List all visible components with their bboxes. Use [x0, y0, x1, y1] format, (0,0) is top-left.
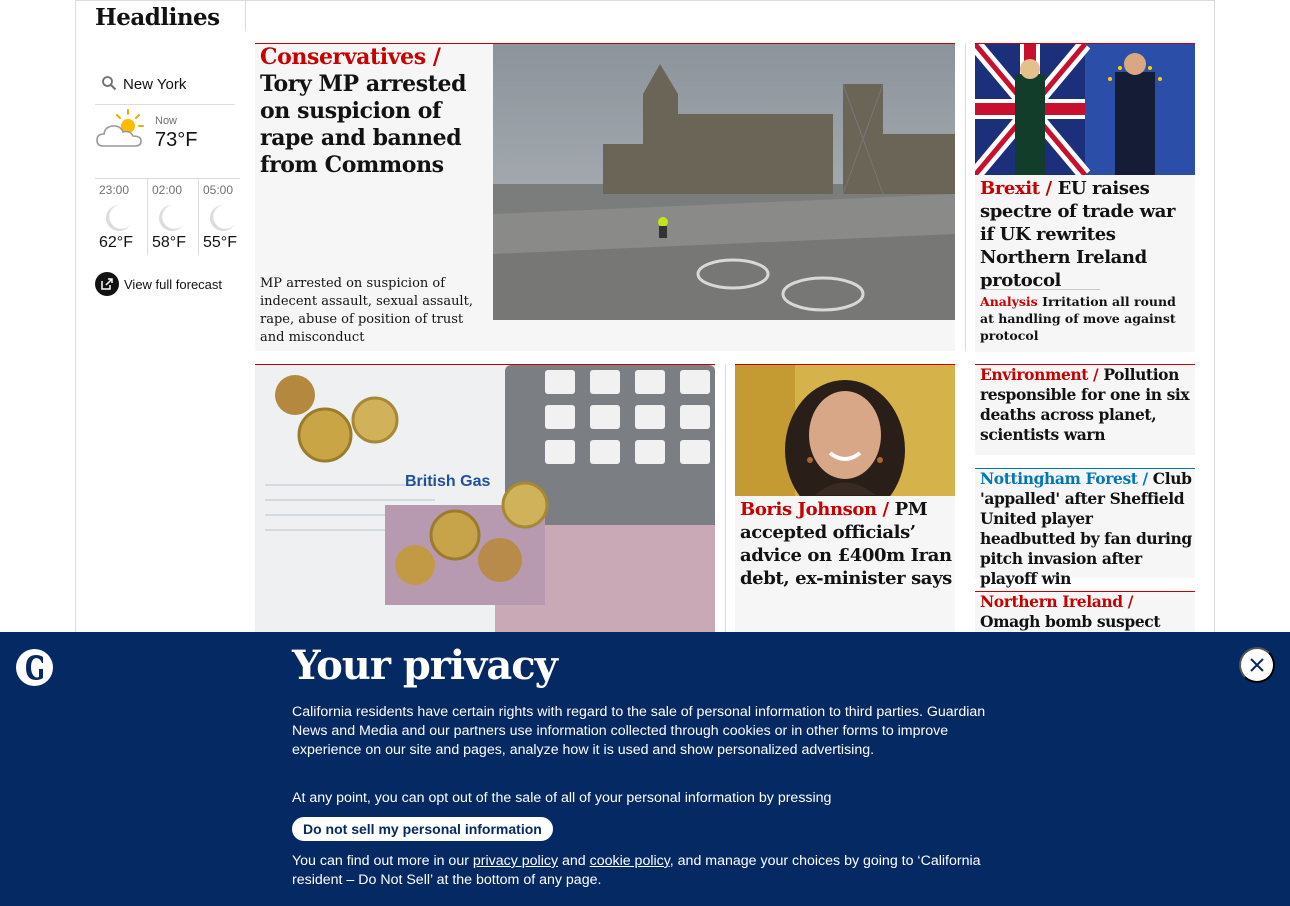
close-button[interactable]	[1239, 647, 1275, 683]
portrait-photo	[735, 365, 955, 496]
story-headline[interactable]: Boris Johnson / PM accepted officials’ a…	[740, 498, 952, 590]
money-photo: British Gas	[255, 365, 715, 635]
analysis-kicker: Analysis	[980, 294, 1038, 309]
story-standfirst: MP arrested on suspicion of indecent ass…	[260, 276, 473, 345]
privacy-title: Your privacy	[292, 642, 558, 689]
column-divider	[245, 0, 246, 31]
column-divider	[965, 43, 966, 351]
forecast-hour: 05:00 55°F	[198, 179, 250, 255]
weather-city[interactable]: New York	[123, 76, 186, 93]
close-icon	[1250, 658, 1264, 672]
story-card-brexit[interactable]: Brexit / EU raises spectre of trade war …	[975, 43, 1195, 352]
westminster-photo	[493, 44, 955, 320]
story-card-environment[interactable]: Environment / Pollution responsible for …	[975, 364, 1195, 455]
partly-cloudy-icon	[96, 109, 144, 147]
story-kicker: Conservatives /	[260, 44, 441, 70]
story-card-main[interactable]: Conservatives / Tory MP arrested on susp…	[255, 43, 955, 351]
privacy-text: and	[558, 853, 590, 869]
forecast-hour-time: 23:00	[99, 183, 130, 197]
privacy-text: You can find out more in our	[292, 853, 473, 869]
forecast-hour: 23:00 62°F	[95, 179, 147, 255]
weather-now-label: Now	[155, 115, 178, 127]
story-headline[interactable]: Nottingham Forest / Club 'appalled' afte…	[980, 469, 1192, 589]
story-headline[interactable]: Environment / Pollution responsible for …	[980, 365, 1192, 445]
column-divider	[725, 364, 726, 634]
weather-now-temp: 73°F	[155, 129, 198, 151]
cookie-policy-link[interactable]: cookie policy	[590, 853, 670, 869]
privacy-paragraph: You can find out more in our privacy pol…	[292, 852, 1012, 890]
british-gas-logo-text: British Gas	[405, 473, 490, 490]
story-headline[interactable]: Conservatives / Tory MP arrested on susp…	[260, 44, 490, 179]
story-headline[interactable]: Brexit / EU raises spectre of trade war …	[980, 177, 1190, 292]
privacy-paragraph: At any point, you can opt out of the sal…	[292, 790, 832, 806]
view-forecast-label: View full forecast	[124, 276, 223, 292]
do-not-sell-button[interactable]: Do not sell my personal information	[292, 817, 553, 841]
story-kicker: Brexit /	[980, 178, 1052, 199]
guardian-logo-icon	[16, 649, 53, 686]
story-card-forest[interactable]: Nottingham Forest / Club 'appalled' afte…	[975, 468, 1195, 588]
privacy-policy-link[interactable]: privacy policy	[473, 853, 558, 869]
section-title: Headlines	[95, 4, 220, 31]
forecast-hour-time: 05:00	[203, 183, 234, 197]
moon-icon	[106, 205, 130, 231]
external-link-icon	[95, 272, 119, 296]
hourly-forecast: 23:00 62°F 02:00 58°F 05:00 55°F	[95, 178, 240, 255]
privacy-paragraph: California residents have certain rights…	[292, 704, 986, 758]
brexit-photo	[975, 44, 1195, 175]
story-headline-text: Tory MP arrested on suspicion of rape an…	[260, 71, 467, 178]
story-kicker: Environment /	[980, 365, 1099, 384]
search-icon	[102, 76, 117, 91]
top-rule	[75, 0, 1215, 1]
moon-icon	[159, 205, 183, 231]
privacy-banner: Your privacy California residents have c…	[0, 632, 1290, 906]
forecast-hour: 02:00 58°F	[147, 179, 199, 255]
analysis-sublink[interactable]: Analysis Irritation all round at handlin…	[980, 293, 1190, 344]
forecast-hour-temp: 62°F	[99, 234, 133, 251]
story-kicker: Boris Johnson /	[740, 499, 889, 520]
weather-location-search[interactable]: New York	[95, 70, 235, 105]
story-kicker: Nottingham Forest /	[980, 469, 1148, 488]
forecast-hour-time: 02:00	[152, 183, 183, 197]
forecast-hour-temp: 58°F	[152, 234, 186, 251]
moon-icon	[210, 205, 234, 231]
view-forecast-link[interactable]: View full forecast	[95, 272, 222, 296]
story-card-energy-bills[interactable]: British Gas	[255, 364, 715, 635]
forecast-hour-temp: 55°F	[203, 234, 237, 251]
story-card-iran-debt[interactable]: Boris Johnson / PM accepted officials’ a…	[735, 364, 955, 634]
story-kicker: Northern Ireland /	[980, 592, 1133, 611]
sublink-divider	[980, 289, 1100, 290]
